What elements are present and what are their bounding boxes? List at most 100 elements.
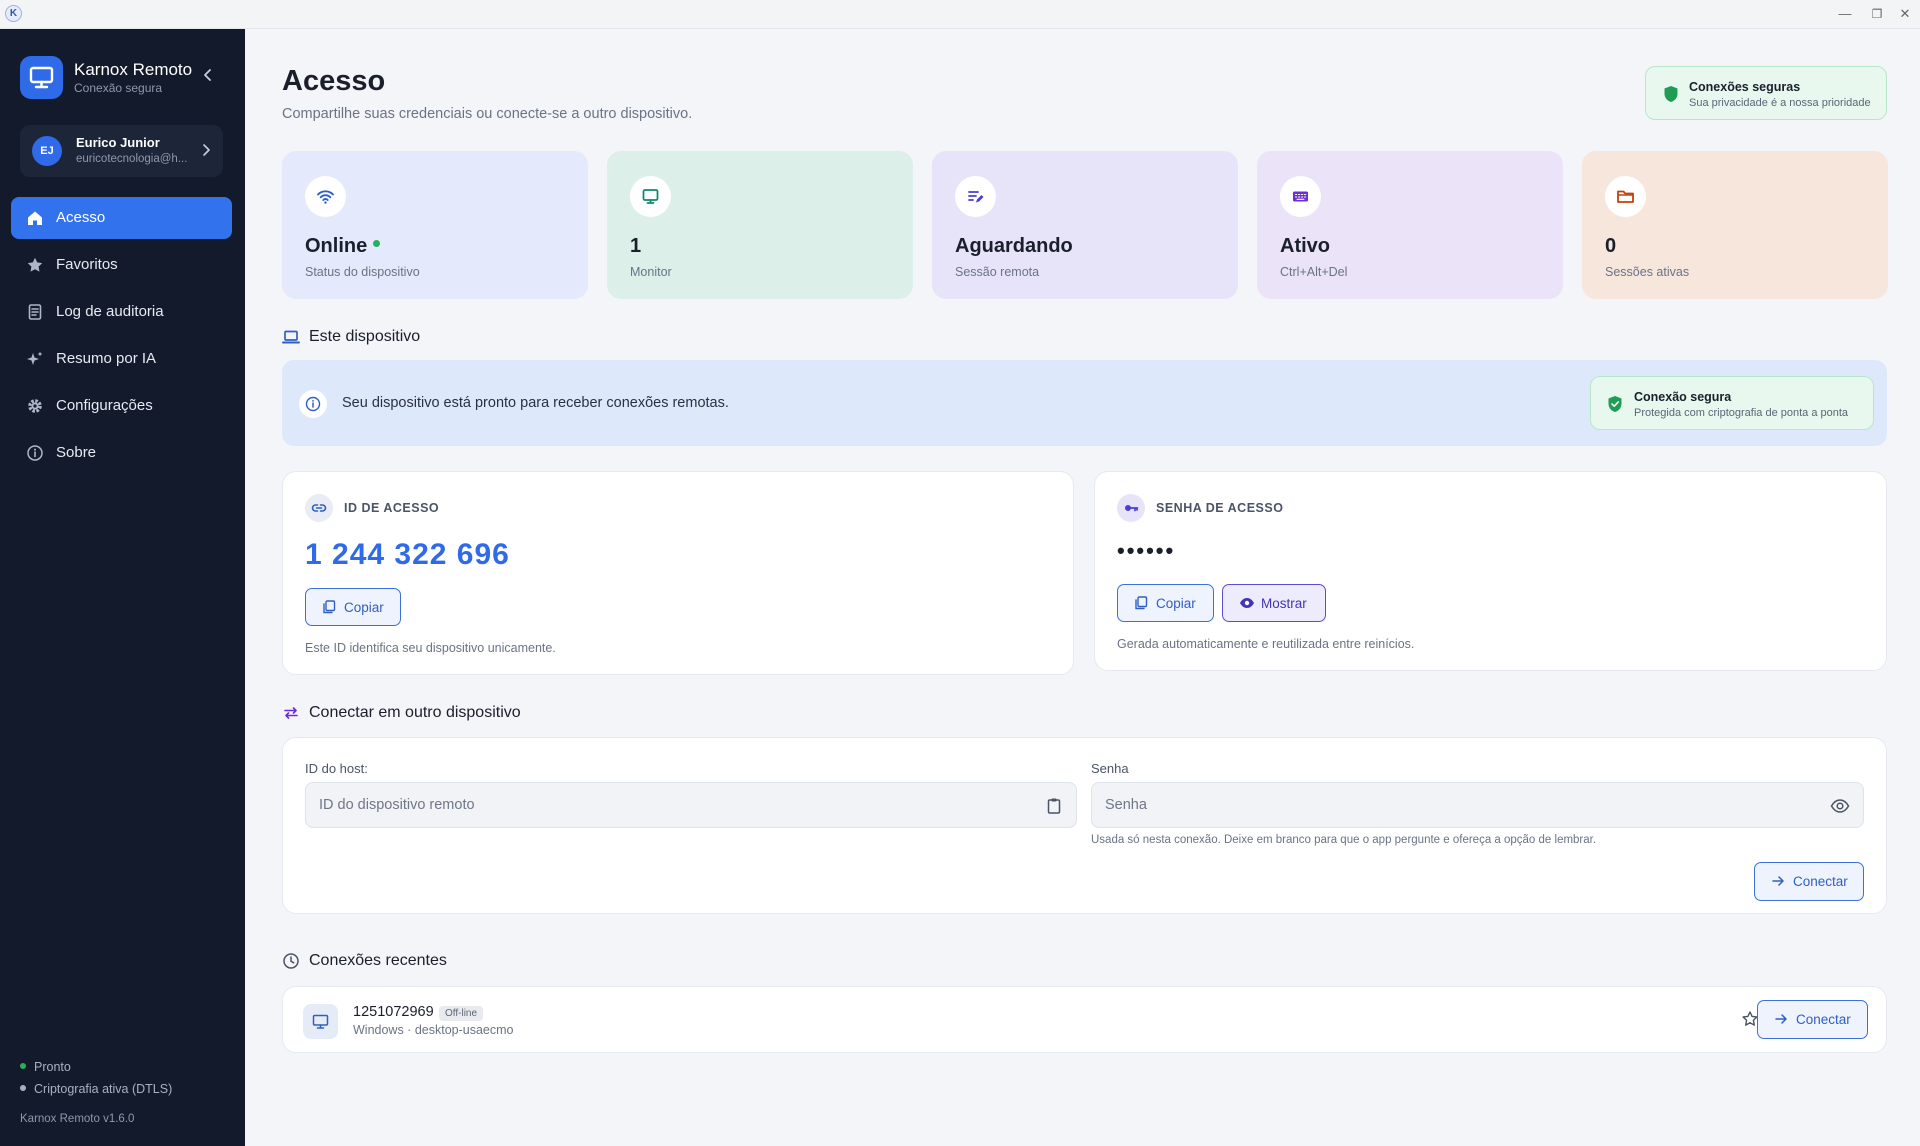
stat-label: Sessões ativas [1605, 265, 1690, 279]
list-item[interactable]: 1251072969 Off-line Windows · desktop-us… [282, 986, 1887, 1053]
banner-text: Seu dispositivo está pronto para receber… [342, 395, 729, 411]
page-title: Acesso [282, 65, 386, 97]
stat-label: Sessão remota [955, 265, 1040, 279]
card-label: ID DE ACESSO [344, 501, 440, 515]
stat-value: Aguardando [955, 235, 1073, 257]
access-password-card: SENHA DE ACESSO •••••• Copiar Mostrar Ge… [1094, 471, 1887, 671]
badge-subtitle: Sua privacidade é a nossa prioridade [1689, 97, 1871, 109]
sidebar-item-configuracoes[interactable]: Configurações [11, 385, 232, 427]
user-name: Eurico Junior [76, 135, 160, 150]
shield-check-icon [1607, 395, 1623, 413]
sidebar-item-acesso[interactable]: Acesso [11, 197, 232, 239]
gear-icon [26, 397, 44, 415]
eye-icon[interactable] [1830, 796, 1850, 816]
password-label: Senha [1091, 761, 1129, 776]
info-circle-icon [299, 390, 327, 418]
restore-button[interactable]: ❐ [1865, 4, 1889, 24]
user-card[interactable]: EJ Eurico Junior euricotecnologia@h... [20, 125, 223, 177]
section-title: Conexões recentes [309, 952, 447, 969]
password-help: Usada só nesta conexão. Deixe em branco … [1091, 834, 1597, 846]
stat-card-remote-session: Aguardando Sessão remota [932, 151, 1238, 299]
sidebar: Karnox Remoto Conexão segura EJ Eurico J… [0, 29, 245, 1146]
stat-label: Ctrl+Alt+Del [1280, 265, 1348, 279]
stat-card-status: Online Status do dispositivo [282, 151, 588, 299]
stat-card-monitor: 1 Monitor [607, 151, 913, 299]
stat-value: 1 [630, 235, 642, 257]
access-id-value: 1 244 322 696 [305, 538, 510, 571]
arrow-right-icon [1775, 1014, 1787, 1024]
recent-device-meta: Windows · desktop-usaecmo [353, 1023, 514, 1037]
copy-icon [1135, 596, 1148, 610]
clipboard-paste-icon[interactable] [1044, 796, 1064, 816]
info-icon [26, 444, 44, 462]
section-title: Conectar em outro dispositivo [309, 704, 521, 721]
folder-icon [1605, 176, 1646, 217]
status-badge: Off-line [439, 1006, 484, 1021]
host-id-label: ID do host: [305, 761, 368, 776]
stat-label: Status do dispositivo [305, 265, 420, 279]
show-password-button[interactable]: Mostrar [1222, 584, 1326, 622]
card-label: SENHA DE ACESSO [1156, 501, 1284, 515]
sidebar-item-label: Resumo por IA [56, 350, 157, 367]
connect-button[interactable]: Conectar [1754, 862, 1864, 901]
sidebar-item-label: Log de auditoria [56, 303, 164, 320]
section-title: Este dispositivo [309, 328, 421, 345]
close-button[interactable]: ✕ [1893, 4, 1917, 24]
stat-card-ctrl-alt-del: Ativo Ctrl+Alt+Del [1257, 151, 1563, 299]
edit-list-icon [955, 176, 996, 217]
copy-id-button[interactable]: Copiar [305, 588, 401, 626]
clipboard-list-icon [26, 303, 44, 321]
password-value: •••••• [1117, 538, 1176, 563]
eye-icon [1240, 598, 1254, 608]
avatar: EJ [32, 136, 62, 166]
online-dot-icon [373, 240, 381, 247]
app-logo-icon: K [5, 5, 22, 22]
home-icon [26, 209, 44, 227]
arrows-swap-icon [282, 704, 300, 722]
monitor-icon [630, 176, 671, 217]
user-email: euricotecnologia@h... [76, 153, 188, 165]
stat-value: Ativo [1280, 235, 1330, 257]
sidebar-item-label: Configurações [56, 397, 153, 414]
sidebar-item-resumo-por-ia[interactable]: Resumo por IA [11, 338, 232, 380]
sparkles-icon [26, 350, 44, 368]
app-name: Karnox Remoto [74, 60, 193, 79]
connect-card: ID do host: ID do dispositivo remoto Sen… [282, 737, 1887, 914]
laptop-icon [282, 328, 300, 346]
recent-connect-button[interactable]: Conectar [1757, 1000, 1868, 1039]
page-subtitle: Compartilhe suas credenciais ou conecte-… [282, 106, 693, 122]
monitor-icon [303, 1004, 338, 1039]
minimize-button[interactable]: — [1833, 4, 1857, 24]
arrow-right-icon [1772, 876, 1784, 886]
status-dot-icon [20, 1085, 26, 1091]
app-version: Karnox Remoto v1.6.0 [20, 1113, 135, 1125]
stat-value: 0 [1605, 235, 1617, 257]
stat-card-active-sessions: 0 Sessões ativas [1582, 151, 1888, 299]
password-input[interactable]: Senha [1091, 782, 1864, 828]
collapse-sidebar-icon[interactable] [200, 67, 216, 83]
sidebar-item-label: Acesso [56, 209, 106, 226]
copy-password-button[interactable]: Copiar [1117, 584, 1214, 622]
sidebar-item-favoritos[interactable]: Favoritos [11, 244, 232, 286]
star-icon [26, 256, 44, 274]
badge-title: Conexões seguras [1689, 80, 1801, 94]
stat-label: Monitor [630, 265, 672, 279]
link-icon [305, 494, 333, 522]
clock-icon [282, 952, 300, 970]
device-ready-banner: Seu dispositivo está pronto para receber… [282, 360, 1887, 446]
chevron-right-icon [198, 142, 214, 158]
stat-value: Online [305, 235, 381, 258]
sidebar-item-sobre[interactable]: Sobre [11, 432, 232, 474]
access-id-card: ID DE ACESSO 1 244 322 696 Copiar Este I… [282, 471, 1074, 675]
badge-subtitle: Protegida com criptografia de ponta a po… [1634, 407, 1849, 419]
title-bar: K — ❐ ✕ [0, 0, 1920, 29]
sidebar-item-label: Favoritos [56, 256, 118, 273]
sidebar-item-log-de-auditoria[interactable]: Log de auditoria [11, 291, 232, 333]
sidebar-item-label: Sobre [56, 444, 97, 461]
password-hint: Gerada automaticamente e reutilizada ent… [1117, 637, 1415, 651]
brand-monitor-icon [20, 56, 63, 99]
wifi-icon [305, 176, 346, 217]
keyboard-icon [1280, 176, 1321, 217]
badge-title: Conexão segura [1634, 390, 1732, 404]
host-id-input[interactable]: ID do dispositivo remoto [305, 782, 1077, 828]
